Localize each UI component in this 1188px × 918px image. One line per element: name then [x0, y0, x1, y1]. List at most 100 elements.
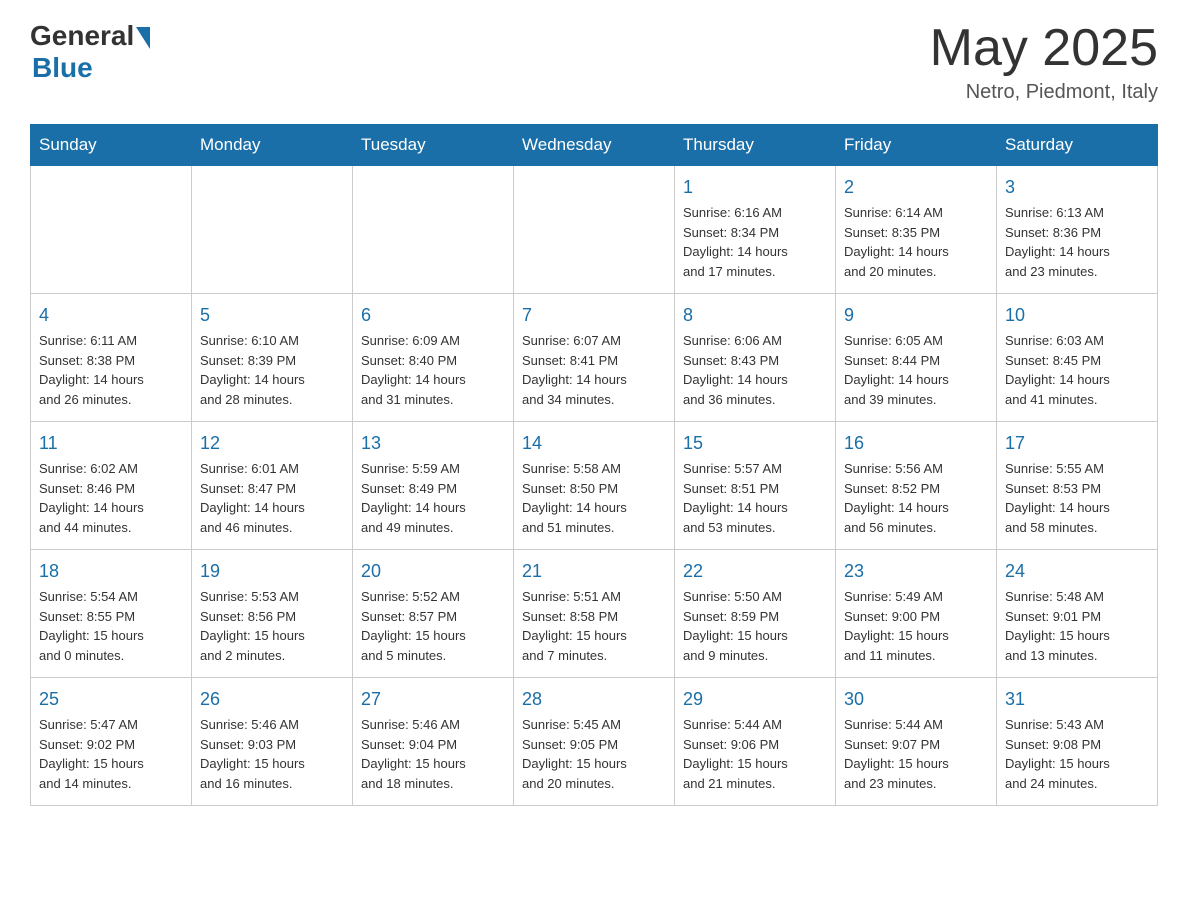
day-number: 14: [522, 430, 666, 457]
sun-info: Sunrise: 5:43 AM Sunset: 9:08 PM Dayligh…: [1005, 715, 1149, 793]
calendar-cell: [192, 166, 353, 294]
calendar-cell: 9Sunrise: 6:05 AM Sunset: 8:44 PM Daylig…: [836, 294, 997, 422]
header-friday: Friday: [836, 125, 997, 166]
title-section: May 2025 Netro, Piedmont, Italy: [930, 20, 1158, 104]
sun-info: Sunrise: 5:44 AM Sunset: 9:06 PM Dayligh…: [683, 715, 827, 793]
logo-general-text: General: [30, 20, 134, 52]
calendar-cell: 21Sunrise: 5:51 AM Sunset: 8:58 PM Dayli…: [514, 550, 675, 678]
sun-info: Sunrise: 5:55 AM Sunset: 8:53 PM Dayligh…: [1005, 459, 1149, 537]
calendar-cell: [31, 166, 192, 294]
header-row: SundayMondayTuesdayWednesdayThursdayFrid…: [31, 125, 1158, 166]
sun-info: Sunrise: 6:11 AM Sunset: 8:38 PM Dayligh…: [39, 331, 183, 409]
day-number: 25: [39, 686, 183, 713]
sun-info: Sunrise: 6:16 AM Sunset: 8:34 PM Dayligh…: [683, 203, 827, 281]
calendar-cell: 15Sunrise: 5:57 AM Sunset: 8:51 PM Dayli…: [675, 422, 836, 550]
sun-info: Sunrise: 5:46 AM Sunset: 9:03 PM Dayligh…: [200, 715, 344, 793]
calendar-cell: 31Sunrise: 5:43 AM Sunset: 9:08 PM Dayli…: [997, 678, 1158, 806]
day-number: 24: [1005, 558, 1149, 585]
day-number: 23: [844, 558, 988, 585]
day-number: 8: [683, 302, 827, 329]
calendar-table: SundayMondayTuesdayWednesdayThursdayFrid…: [30, 124, 1158, 806]
calendar-cell: 11Sunrise: 6:02 AM Sunset: 8:46 PM Dayli…: [31, 422, 192, 550]
sun-info: Sunrise: 6:05 AM Sunset: 8:44 PM Dayligh…: [844, 331, 988, 409]
sun-info: Sunrise: 5:57 AM Sunset: 8:51 PM Dayligh…: [683, 459, 827, 537]
month-title: May 2025: [930, 20, 1158, 77]
sun-info: Sunrise: 6:09 AM Sunset: 8:40 PM Dayligh…: [361, 331, 505, 409]
sun-info: Sunrise: 5:50 AM Sunset: 8:59 PM Dayligh…: [683, 587, 827, 665]
calendar-week-4: 18Sunrise: 5:54 AM Sunset: 8:55 PM Dayli…: [31, 550, 1158, 678]
calendar-cell: 22Sunrise: 5:50 AM Sunset: 8:59 PM Dayli…: [675, 550, 836, 678]
day-number: 13: [361, 430, 505, 457]
calendar-cell: 13Sunrise: 5:59 AM Sunset: 8:49 PM Dayli…: [353, 422, 514, 550]
calendar-cell: 29Sunrise: 5:44 AM Sunset: 9:06 PM Dayli…: [675, 678, 836, 806]
header-saturday: Saturday: [997, 125, 1158, 166]
calendar-cell: 17Sunrise: 5:55 AM Sunset: 8:53 PM Dayli…: [997, 422, 1158, 550]
calendar-cell: 3Sunrise: 6:13 AM Sunset: 8:36 PM Daylig…: [997, 166, 1158, 294]
day-number: 28: [522, 686, 666, 713]
day-number: 5: [200, 302, 344, 329]
calendar-cell: 4Sunrise: 6:11 AM Sunset: 8:38 PM Daylig…: [31, 294, 192, 422]
sun-info: Sunrise: 5:44 AM Sunset: 9:07 PM Dayligh…: [844, 715, 988, 793]
logo-blue-text: Blue: [32, 52, 93, 84]
day-number: 9: [844, 302, 988, 329]
day-number: 29: [683, 686, 827, 713]
sun-info: Sunrise: 5:58 AM Sunset: 8:50 PM Dayligh…: [522, 459, 666, 537]
logo: General Blue: [30, 20, 150, 84]
calendar-week-2: 4Sunrise: 6:11 AM Sunset: 8:38 PM Daylig…: [31, 294, 1158, 422]
calendar-cell: 19Sunrise: 5:53 AM Sunset: 8:56 PM Dayli…: [192, 550, 353, 678]
sun-info: Sunrise: 5:45 AM Sunset: 9:05 PM Dayligh…: [522, 715, 666, 793]
calendar-cell: [514, 166, 675, 294]
logo-triangle-icon: [136, 27, 150, 49]
sun-info: Sunrise: 5:59 AM Sunset: 8:49 PM Dayligh…: [361, 459, 505, 537]
day-number: 20: [361, 558, 505, 585]
day-number: 26: [200, 686, 344, 713]
calendar-week-5: 25Sunrise: 5:47 AM Sunset: 9:02 PM Dayli…: [31, 678, 1158, 806]
day-number: 6: [361, 302, 505, 329]
sun-info: Sunrise: 6:13 AM Sunset: 8:36 PM Dayligh…: [1005, 203, 1149, 281]
page-header: General Blue May 2025 Netro, Piedmont, I…: [30, 20, 1158, 104]
day-number: 27: [361, 686, 505, 713]
calendar-cell: 20Sunrise: 5:52 AM Sunset: 8:57 PM Dayli…: [353, 550, 514, 678]
calendar-cell: 16Sunrise: 5:56 AM Sunset: 8:52 PM Dayli…: [836, 422, 997, 550]
sun-info: Sunrise: 6:14 AM Sunset: 8:35 PM Dayligh…: [844, 203, 988, 281]
calendar-cell: 23Sunrise: 5:49 AM Sunset: 9:00 PM Dayli…: [836, 550, 997, 678]
calendar-cell: 18Sunrise: 5:54 AM Sunset: 8:55 PM Dayli…: [31, 550, 192, 678]
sun-info: Sunrise: 6:06 AM Sunset: 8:43 PM Dayligh…: [683, 331, 827, 409]
location-text: Netro, Piedmont, Italy: [930, 81, 1158, 104]
day-number: 19: [200, 558, 344, 585]
calendar-cell: 12Sunrise: 6:01 AM Sunset: 8:47 PM Dayli…: [192, 422, 353, 550]
calendar-cell: 1Sunrise: 6:16 AM Sunset: 8:34 PM Daylig…: [675, 166, 836, 294]
calendar-cell: 26Sunrise: 5:46 AM Sunset: 9:03 PM Dayli…: [192, 678, 353, 806]
calendar-cell: 25Sunrise: 5:47 AM Sunset: 9:02 PM Dayli…: [31, 678, 192, 806]
calendar-cell: 7Sunrise: 6:07 AM Sunset: 8:41 PM Daylig…: [514, 294, 675, 422]
calendar-cell: 30Sunrise: 5:44 AM Sunset: 9:07 PM Dayli…: [836, 678, 997, 806]
calendar-cell: 27Sunrise: 5:46 AM Sunset: 9:04 PM Dayli…: [353, 678, 514, 806]
day-number: 12: [200, 430, 344, 457]
header-thursday: Thursday: [675, 125, 836, 166]
calendar-cell: 28Sunrise: 5:45 AM Sunset: 9:05 PM Dayli…: [514, 678, 675, 806]
day-number: 16: [844, 430, 988, 457]
calendar-cell: 24Sunrise: 5:48 AM Sunset: 9:01 PM Dayli…: [997, 550, 1158, 678]
sun-info: Sunrise: 5:53 AM Sunset: 8:56 PM Dayligh…: [200, 587, 344, 665]
day-number: 3: [1005, 174, 1149, 201]
sun-info: Sunrise: 6:01 AM Sunset: 8:47 PM Dayligh…: [200, 459, 344, 537]
sun-info: Sunrise: 5:52 AM Sunset: 8:57 PM Dayligh…: [361, 587, 505, 665]
calendar-body: 1Sunrise: 6:16 AM Sunset: 8:34 PM Daylig…: [31, 166, 1158, 806]
day-number: 21: [522, 558, 666, 585]
header-monday: Monday: [192, 125, 353, 166]
day-number: 2: [844, 174, 988, 201]
calendar-cell: 2Sunrise: 6:14 AM Sunset: 8:35 PM Daylig…: [836, 166, 997, 294]
sun-info: Sunrise: 5:56 AM Sunset: 8:52 PM Dayligh…: [844, 459, 988, 537]
calendar-cell: 5Sunrise: 6:10 AM Sunset: 8:39 PM Daylig…: [192, 294, 353, 422]
sun-info: Sunrise: 5:46 AM Sunset: 9:04 PM Dayligh…: [361, 715, 505, 793]
calendar-cell: 10Sunrise: 6:03 AM Sunset: 8:45 PM Dayli…: [997, 294, 1158, 422]
sun-info: Sunrise: 6:03 AM Sunset: 8:45 PM Dayligh…: [1005, 331, 1149, 409]
calendar-cell: 6Sunrise: 6:09 AM Sunset: 8:40 PM Daylig…: [353, 294, 514, 422]
sun-info: Sunrise: 5:51 AM Sunset: 8:58 PM Dayligh…: [522, 587, 666, 665]
header-tuesday: Tuesday: [353, 125, 514, 166]
day-number: 7: [522, 302, 666, 329]
day-number: 31: [1005, 686, 1149, 713]
sun-info: Sunrise: 6:07 AM Sunset: 8:41 PM Dayligh…: [522, 331, 666, 409]
day-number: 30: [844, 686, 988, 713]
calendar-cell: 8Sunrise: 6:06 AM Sunset: 8:43 PM Daylig…: [675, 294, 836, 422]
